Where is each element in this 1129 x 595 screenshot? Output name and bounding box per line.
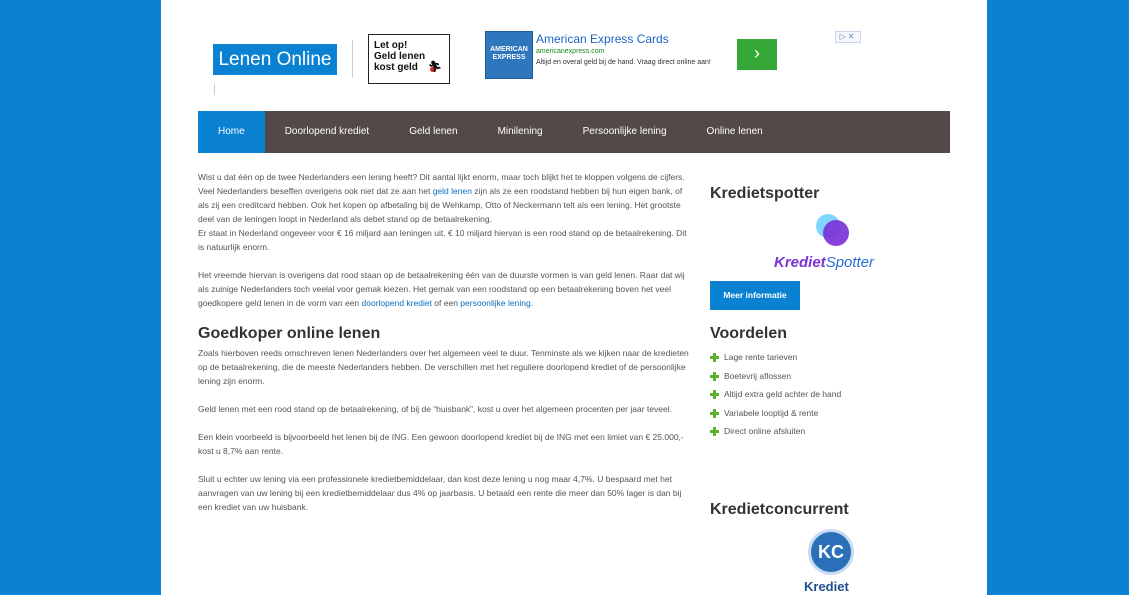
main-navigation: Home Doorlopend krediet Geld lenen Minil… (198, 111, 950, 153)
benefit-label: Lage rente tarieven (724, 352, 798, 362)
list-item: Lage rente tarieven (710, 350, 841, 369)
chevron-right-icon: › (754, 43, 760, 63)
paragraph-duur-lenen: Zoals hierboven reeds omschreven lenen N… (198, 348, 689, 386)
benefit-label: Boetevrij aflossen (724, 370, 792, 381)
logo-text-spotter: Spotter (825, 254, 875, 271)
plus-icon (710, 408, 719, 418)
plus-icon (710, 371, 719, 381)
running-man-icon: 🏃︎ (428, 61, 442, 73)
logo-text-krediet: Krediet (774, 254, 826, 271)
ad-url[interactable]: americanexpress.com (536, 48, 604, 55)
kredietconcurrent-heading: Kredietconcurrent (710, 501, 849, 518)
main-content: Wist u dat één op de twee Nederlanders e… (198, 170, 693, 528)
kredietspotter-heading: Kredietspotter (710, 185, 820, 202)
kredietspotter-logo-text: KredietSpotter (774, 254, 874, 271)
site-logo[interactable]: Lenen Online (213, 44, 337, 75)
paragraph-loans-amount: Er staat in Nederland ongeveer voor € 16… (198, 228, 687, 252)
nav-item-doorlopend-krediet[interactable]: Doorlopend krediet (265, 111, 390, 153)
benefit-label: Direct online afsluiten (724, 426, 806, 436)
amex-logo[interactable]: AMERICAN EXPRESS (485, 31, 533, 79)
warning-line-1: Let op! (374, 40, 408, 51)
warning-badge: Let op! Geld lenen kost geld 🏃︎ (368, 34, 450, 84)
paragraph-kredietbemiddelaar: Sluit u echter uw lening via een profess… (198, 474, 682, 512)
plus-icon (710, 353, 719, 362)
amex-logo-line-2: EXPRESS (492, 54, 526, 61)
kredietspotter-logo[interactable]: KredietSpotter (774, 213, 894, 275)
nav-item-home[interactable]: Home (198, 111, 265, 153)
adchoices-icon[interactable]: ▷✕ (835, 31, 861, 43)
kc-logo-word: Krediet (804, 579, 849, 594)
benefit-label: Variabele looptijd & rente (724, 407, 819, 418)
intro-paragraph: Wist u dat één op de twee Nederlanders e… (198, 170, 693, 226)
nav-item-minilening[interactable]: Minilening (478, 111, 563, 153)
header-divider (352, 40, 353, 78)
benefits-list: Lage rente tarieven Boetevrij aflossen A… (710, 350, 841, 443)
paragraph-ing-voorbeeld: Een klein voorbeeld is bijvoorbeeld het … (198, 432, 684, 456)
plus-icon (710, 427, 719, 436)
amex-logo-line-1: AMERICAN (490, 46, 528, 53)
paragraph-huisbank: Geld lenen met een rood stand op de beta… (198, 404, 672, 414)
nav-item-online-lenen[interactable]: Online lenen (687, 111, 783, 153)
plus-icon (710, 390, 719, 399)
nav-item-geld-lenen[interactable]: Geld lenen (389, 111, 477, 153)
benefit-label: Altijd extra geld achter de hand (724, 389, 842, 399)
kredietconcurrent-logo[interactable]: KC Krediet (802, 529, 862, 595)
meer-informatie-button[interactable]: Meer informatie (710, 281, 800, 310)
link-doorlopend-krediet[interactable]: doorlopend krediet (362, 298, 432, 308)
link-persoonlijke-lening[interactable]: persoonlijke lening (460, 298, 530, 308)
ad-arrow-button[interactable]: › (737, 39, 777, 70)
bubble-icon-purple (823, 220, 849, 246)
list-item: Boetevrij aflossen (710, 369, 841, 388)
rood-staan-text-3: . (530, 298, 534, 308)
advertisement[interactable]: AMERICAN EXPRESS American Express Cards … (485, 30, 777, 80)
list-item: Variabele looptijd & rente (710, 406, 841, 425)
link-geld-lenen[interactable]: geld lenen (433, 186, 472, 196)
ad-title-link[interactable]: American Express Cards (536, 32, 669, 46)
list-item: Direct online afsluiten (710, 424, 841, 443)
paragraph-rood-staan: Het vreemde hiervan is overigens dat roo… (198, 268, 693, 310)
voordelen-heading: Voordelen (710, 325, 788, 342)
list-item: Altijd extra geld achter de hand (710, 387, 841, 406)
nav-item-persoonlijke-lening[interactable]: Persoonlijke lening (563, 111, 687, 153)
page-container: Lenen Online Let op! Geld lenen kost gel… (161, 0, 987, 595)
kc-badge-icon: KC (808, 529, 854, 575)
rood-staan-text-2: of een (431, 298, 461, 308)
ad-description: Altijd en overal geld bij de hand. Vraag… (536, 59, 711, 66)
header-tick (214, 84, 215, 95)
section-heading: Goedkoper online lenen (198, 325, 381, 342)
